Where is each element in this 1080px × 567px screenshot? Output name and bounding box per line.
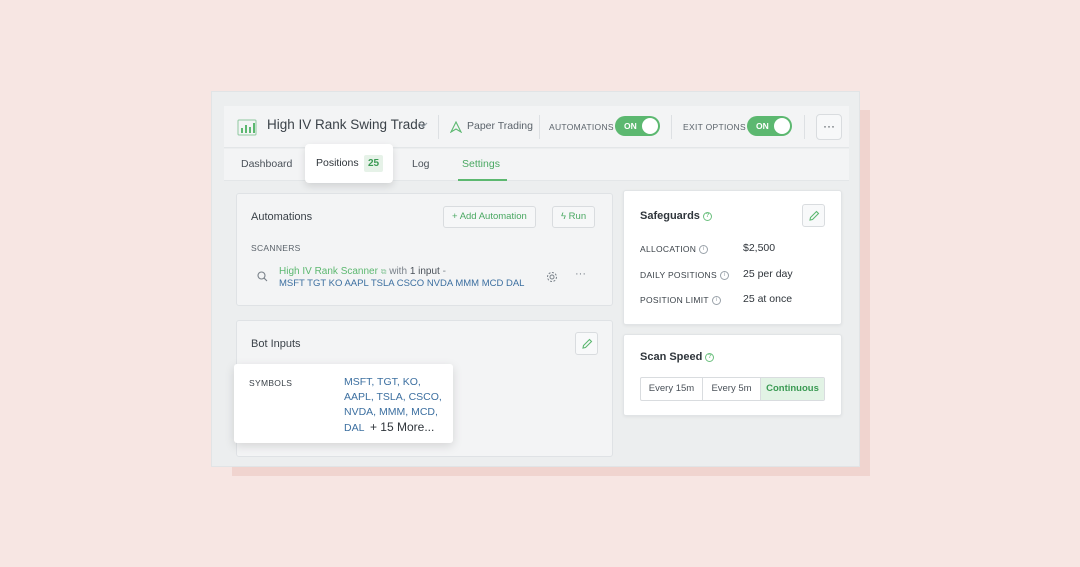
more-symbols-link[interactable]: + 15 More... <box>370 420 434 434</box>
info-icon[interactable]: i <box>719 271 729 281</box>
bot-title[interactable]: High IV Rank Swing Trade <box>267 117 425 132</box>
chevron-down-icon[interactable] <box>418 120 428 130</box>
symbols-label: SYMBOLS <box>249 378 293 388</box>
toggle-state: ON <box>624 121 637 131</box>
add-automation-label: Add Automation <box>459 211 527 222</box>
scan-speed-title: Scan Speed? <box>640 351 715 363</box>
toggle-knob <box>774 118 790 134</box>
daily-positions-label: DAILY POSITIONS i <box>640 270 729 281</box>
tab-dashboard[interactable]: Dashboard <box>241 158 292 170</box>
add-automation-button[interactable]: + Add Automation <box>443 206 536 228</box>
help-icon[interactable]: ? <box>705 352 715 362</box>
pencil-icon <box>582 338 593 349</box>
tab-log[interactable]: Log <box>412 158 430 170</box>
automations-title: Automations <box>251 211 313 223</box>
scan-speed-selector: Every 15m Every 5m Continuous <box>640 377 825 401</box>
symbols-line: MSFT, TGT, KO, <box>344 376 421 388</box>
tab-positions-label: Positions <box>316 157 359 169</box>
more-options-button[interactable]: ··· <box>816 114 842 140</box>
external-link-icon: ⧉ <box>380 267 387 276</box>
scanner-row[interactable]: High IV Rank Scanner ⧉ with 1 input - <box>279 266 446 277</box>
divider <box>671 115 672 139</box>
positions-count-badge: 25 <box>364 155 383 172</box>
paper-plane-icon <box>450 121 462 133</box>
run-label: Run <box>568 211 587 222</box>
divider <box>438 115 439 139</box>
edit-safeguards-button[interactable] <box>802 204 825 227</box>
ellipsis-icon: ··· <box>823 119 835 133</box>
scan-speed-option-15m[interactable]: Every 15m <box>641 378 703 400</box>
divider <box>804 115 805 139</box>
position-limit-value: 25 at once <box>743 293 793 305</box>
safeguards-panel: Safeguards? ALLOCATION i $2,500 DAILY POS… <box>623 190 842 325</box>
plus-icon: + <box>452 211 458 222</box>
scanner-symbols: MSFT TGT KO AAPL TSLA CSCO NVDA MMM MCD … <box>279 278 525 289</box>
scanner-input-count: 1 input <box>409 266 440 277</box>
symbols-list: MSFT, TGT, KO, AAPL, TSLA, CSCO, NVDA, M… <box>344 375 442 436</box>
active-tab-indicator <box>458 179 507 181</box>
tab-settings[interactable]: Settings <box>462 158 500 170</box>
info-icon[interactable]: i <box>699 245 709 255</box>
paper-trading-label[interactable]: Paper Trading <box>467 120 533 132</box>
lightning-icon: ϟ <box>561 211 567 222</box>
automations-toggle[interactable]: ON <box>615 116 660 136</box>
safeguards-title: Safeguards? <box>640 210 712 222</box>
gear-icon[interactable] <box>546 271 558 283</box>
symbols-last: DAL <box>344 422 365 434</box>
divider <box>539 115 540 139</box>
symbols-line: AAPL, TSLA, CSCO, <box>344 391 442 403</box>
scanner-with: with <box>389 266 408 277</box>
info-icon[interactable]: i <box>711 296 721 306</box>
toggle-state: ON <box>756 121 769 131</box>
exit-options-toggle[interactable]: ON <box>747 116 792 136</box>
search-icon <box>257 271 268 282</box>
position-limit-label: POSITION LIMIT i <box>640 295 721 306</box>
scan-speed-option-continuous[interactable]: Continuous <box>761 378 824 400</box>
daily-positions-value: 25 per day <box>743 268 793 280</box>
automations-label: AUTOMATIONS <box>549 122 614 132</box>
bot-header: High IV Rank Swing Trade Paper Trading A… <box>224 106 849 148</box>
scanners-label: SCANNERS <box>251 243 301 253</box>
symbols-line: DAL + 15 More... <box>344 420 442 436</box>
edit-bot-inputs-button[interactable] <box>575 332 598 355</box>
scanner-name-link[interactable]: High IV Rank Scanner <box>279 266 378 277</box>
pencil-icon <box>809 210 820 221</box>
allocation-label: ALLOCATION i <box>640 244 709 255</box>
exit-options-label: EXIT OPTIONS <box>683 122 746 132</box>
symbols-popover: SYMBOLS MSFT, TGT, KO, AAPL, TSLA, CSCO,… <box>234 364 453 443</box>
allocation-value: $2,500 <box>743 242 776 254</box>
scanner-more-icon[interactable]: ··· <box>575 268 586 280</box>
scan-speed-option-5m[interactable]: Every 5m <box>703 378 761 400</box>
help-icon[interactable]: ? <box>702 211 712 221</box>
run-button[interactable]: ϟ Run <box>552 206 596 228</box>
bot-inputs-title: Bot Inputs <box>251 338 301 350</box>
bar-chart-icon <box>237 119 257 136</box>
symbols-line: NVDA, MMM, MCD, <box>344 406 438 418</box>
tab-positions[interactable]: Positions 25 <box>305 144 393 183</box>
scan-speed-panel: Scan Speed? Every 15m Every 5m Continuou… <box>623 334 842 416</box>
automations-panel: Automations + Add Automation ϟ Run SCANN… <box>236 193 613 306</box>
scanner-dash: - <box>442 266 446 277</box>
toggle-knob <box>642 118 658 134</box>
